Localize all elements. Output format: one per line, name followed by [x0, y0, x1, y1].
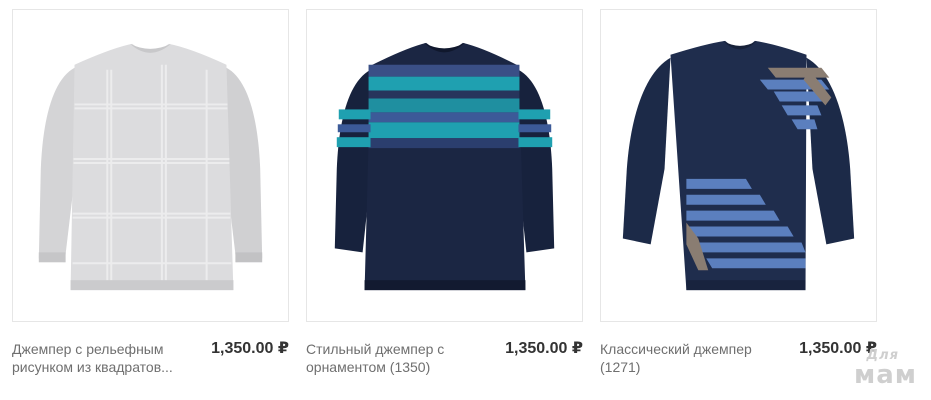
product-title-link[interactable]: Джемпер с рельефным рисунком из квадрато…	[12, 340, 187, 376]
navy-striped-sweater-image	[622, 40, 855, 291]
product-image-link[interactable]	[306, 9, 583, 322]
product-image-link[interactable]	[12, 9, 289, 322]
product-price: 1,350.00 ₽	[505, 340, 583, 357]
product-card[interactable]: Классический джемпер (1271) 1,350.00 ₽	[600, 9, 877, 400]
navy-ornament-sweater-image	[334, 42, 555, 291]
watermark-bottom-text: мам	[853, 360, 917, 390]
light-grey-textured-sweater-image	[38, 43, 263, 291]
product-card[interactable]: Стильный джемпер с орнаментом (1350) 1,3…	[306, 9, 583, 400]
site-watermark: Для мам	[854, 349, 917, 388]
product-price: 1,350.00 ₽	[211, 340, 289, 357]
product-card[interactable]: Джемпер с рельефным рисунком из квадрато…	[12, 9, 289, 400]
product-image-link[interactable]	[600, 9, 877, 322]
product-title-link[interactable]: Классический джемпер (1271)	[600, 340, 775, 376]
product-title-link[interactable]: Стильный джемпер с орнаментом (1350)	[306, 340, 481, 376]
